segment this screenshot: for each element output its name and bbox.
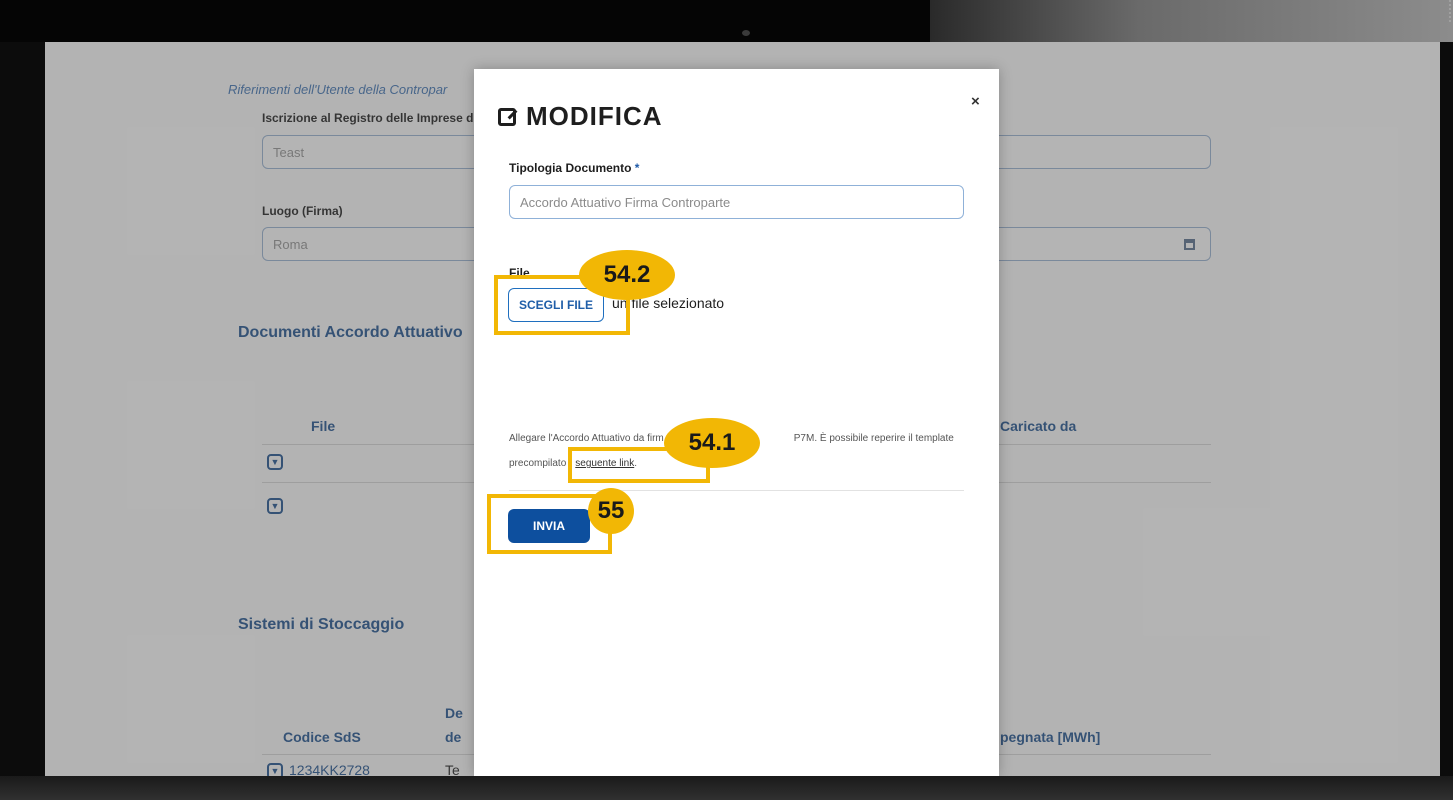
callout-54-2: 54.2: [579, 250, 675, 300]
luogo-value: Roma: [273, 237, 308, 252]
documenti-section-title: Documenti Accordo Attuativo: [238, 324, 463, 341]
tipologia-label: Tipologia Documento *: [509, 161, 639, 175]
sistemi-col-de-line2: de: [445, 729, 462, 745]
modal-divider: [509, 490, 964, 491]
date-input[interactable]: [965, 227, 1211, 261]
sistemi-section-title: Sistemi di Stoccaggio: [238, 616, 405, 633]
expand-row-chevron-icon[interactable]: ▼: [267, 763, 283, 776]
sistemi-col-energia: pegnata [MWh]: [1000, 729, 1101, 745]
callout-55: 55: [588, 488, 634, 534]
note-text-a: Allegare l'Accordo Attuativo da firm: [509, 433, 664, 444]
edit-icon: [498, 108, 516, 126]
registro-input[interactable]: Teast: [262, 135, 492, 169]
calendar-icon[interactable]: [1184, 239, 1195, 250]
registro-label: Iscrizione al Registro delle Imprese di: [262, 111, 477, 125]
luogo-input[interactable]: Roma: [262, 227, 492, 261]
expand-row-chevron-icon[interactable]: ▼: [267, 454, 283, 470]
contract-party-section-subtitle: Riferimenti dell'Utente della Contropar: [228, 82, 448, 97]
laptop-bezel-glint: [930, 0, 1453, 42]
callout-54-1: 54.1: [664, 418, 760, 468]
edit-document-modal: MODIFICA × Tipologia Documento * Accordo…: [474, 69, 999, 776]
sistemi-row-de: Te: [445, 762, 460, 776]
laptop-bezel-bottom: [0, 776, 1453, 800]
webcam-icon: [742, 30, 750, 36]
sistemi-col-codice: Codice SdS: [283, 729, 361, 745]
laptop-frame: Riferimenti dell'Utente della Contropar …: [0, 0, 1453, 800]
tipologia-select[interactable]: Accordo Attuativo Firma Controparte: [509, 185, 964, 219]
right-input-top[interactable]: [965, 135, 1211, 169]
required-mark: *: [634, 161, 640, 175]
expand-row-chevron-icon[interactable]: ▼: [267, 498, 283, 514]
note-text-b: P7M. È possibile reperire il template: [793, 433, 954, 444]
documenti-col-file: File: [311, 418, 336, 434]
tipologia-label-text: Tipologia Documento: [509, 161, 632, 175]
luogo-label: Luogo (Firma): [262, 204, 343, 218]
documenti-col-caricato: Caricato da: [1000, 418, 1077, 434]
sistemi-row-codice: 1234KK2728: [289, 762, 370, 776]
note-text-c: precompilato: [509, 458, 567, 469]
close-icon[interactable]: ×: [971, 93, 980, 110]
modal-title-text: MODIFICA: [526, 101, 663, 131]
laptop-bezel-top: [0, 0, 930, 42]
modal-title: MODIFICA: [498, 101, 663, 132]
registro-value: Teast: [273, 145, 305, 160]
screen: Riferimenti dell'Utente della Contropar …: [45, 42, 1440, 776]
frame-dotted-edge: [1443, 0, 1451, 22]
sistemi-col-de-line1: De: [445, 705, 463, 721]
